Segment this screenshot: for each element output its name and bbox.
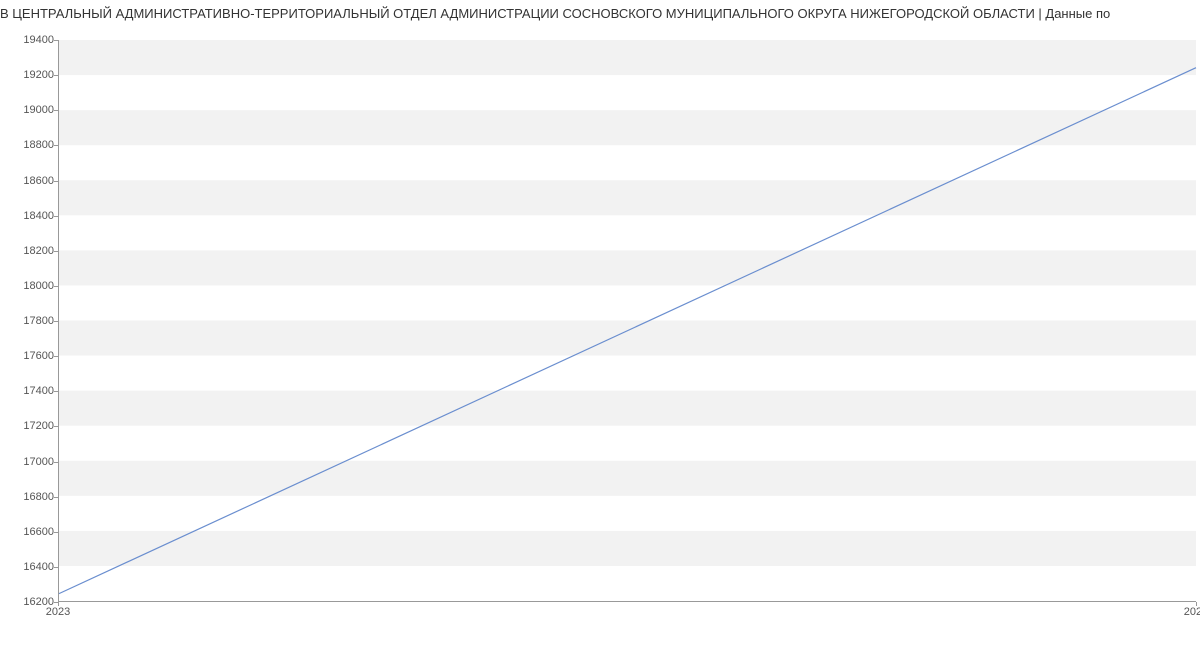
y-tick-mark bbox=[54, 40, 58, 41]
y-tick-mark bbox=[54, 532, 58, 533]
y-tick-label: 16400 bbox=[4, 561, 54, 573]
y-tick-label: 19400 bbox=[4, 34, 54, 46]
y-tick-mark bbox=[54, 75, 58, 76]
y-tick-label: 17200 bbox=[4, 420, 54, 432]
y-tick-mark bbox=[54, 426, 58, 427]
y-tick-label: 16800 bbox=[4, 491, 54, 503]
x-tick-label: 2023 bbox=[46, 606, 70, 618]
y-tick-mark bbox=[54, 110, 58, 111]
y-tick-mark bbox=[54, 321, 58, 322]
y-tick-label: 19200 bbox=[4, 69, 54, 81]
y-tick-mark bbox=[54, 145, 58, 146]
chart-title: В ЦЕНТРАЛЬНЫЙ АДМИНИСТРАТИВНО-ТЕРРИТОРИА… bbox=[0, 0, 1200, 21]
plot-area bbox=[58, 40, 1196, 602]
y-tick-mark bbox=[54, 497, 58, 498]
chart-container: 1620016400166001680017000172001740017600… bbox=[0, 28, 1200, 633]
y-tick-label: 17400 bbox=[4, 385, 54, 397]
y-tick-label: 18200 bbox=[4, 245, 54, 257]
y-tick-mark bbox=[54, 181, 58, 182]
y-tick-mark bbox=[54, 391, 58, 392]
y-tick-label: 19000 bbox=[4, 104, 54, 116]
y-tick-mark bbox=[54, 567, 58, 568]
x-tick-mark bbox=[58, 602, 59, 606]
y-tick-label: 18000 bbox=[4, 280, 54, 292]
y-tick-label: 17000 bbox=[4, 456, 54, 468]
chart-svg bbox=[59, 40, 1196, 601]
y-tick-label: 18600 bbox=[4, 175, 54, 187]
y-tick-label: 18400 bbox=[4, 210, 54, 222]
y-tick-label: 18800 bbox=[4, 139, 54, 151]
y-tick-mark bbox=[54, 462, 58, 463]
y-tick-label: 17800 bbox=[4, 315, 54, 327]
x-tick-label: 2024 bbox=[1184, 606, 1200, 618]
y-tick-mark bbox=[54, 216, 58, 217]
y-tick-mark bbox=[54, 286, 58, 287]
y-tick-mark bbox=[54, 251, 58, 252]
y-tick-label: 16600 bbox=[4, 526, 54, 538]
y-tick-mark bbox=[54, 356, 58, 357]
x-tick-mark bbox=[1196, 602, 1197, 606]
y-tick-label: 17600 bbox=[4, 350, 54, 362]
